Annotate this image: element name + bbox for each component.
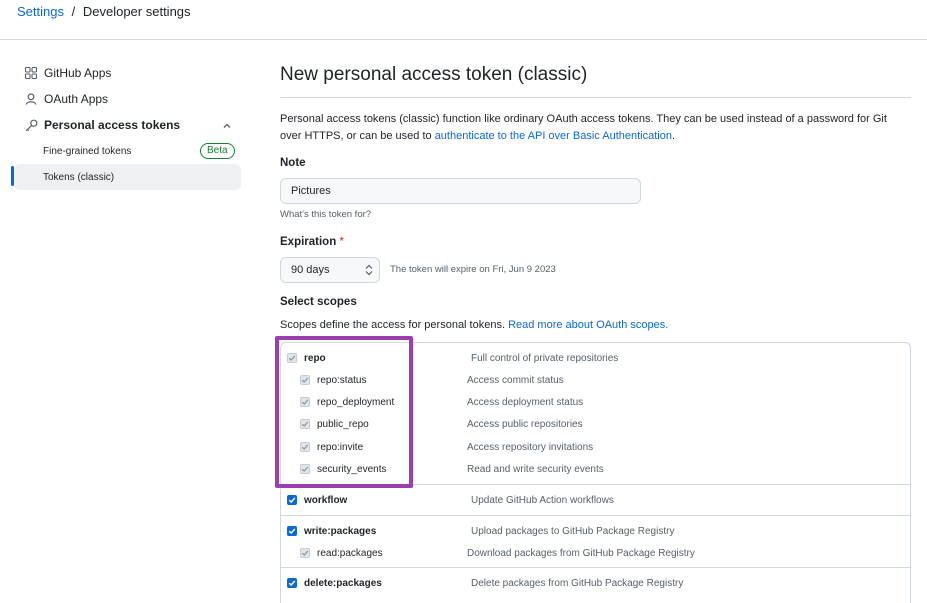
breadcrumb-separator: / xyxy=(71,4,76,19)
beta-badge: Beta xyxy=(200,143,235,159)
required-mark: * xyxy=(339,236,344,248)
chevron-up-icon[interactable] xyxy=(221,120,233,132)
scope-row-delete-packages: delete:packages xyxy=(287,575,382,591)
sidebar-item-tokens-classic[interactable]: Tokens (classic) xyxy=(14,164,241,190)
top-bar: Settings / Developer settings xyxy=(0,0,927,40)
sidebar-item-label: GitHub Apps xyxy=(44,66,112,80)
scope-description: Delete packages from GitHub Package Regi… xyxy=(471,578,684,589)
write-packages-checkbox[interactable] xyxy=(287,526,297,536)
expiration-note: The token will expire on Fri, Jun 9 2023 xyxy=(390,264,556,275)
expiration-label: Expiration * xyxy=(280,236,344,248)
scopes-label: Select scopes xyxy=(280,296,357,308)
expiration-value: 90 days xyxy=(291,264,330,276)
breadcrumb-settings-link[interactable]: Settings xyxy=(17,4,64,19)
key-icon xyxy=(24,118,38,132)
basic-auth-link[interactable]: authenticate to the API over Basic Authe… xyxy=(435,130,672,142)
expiration-select[interactable]: 90 days xyxy=(280,257,380,283)
note-input[interactable] xyxy=(280,178,641,204)
oauth-scopes-link[interactable]: Read more about OAuth scopes. xyxy=(508,319,668,331)
scope-description: Access repository invitations xyxy=(467,442,594,453)
sidebar-item-label: Tokens (classic) xyxy=(43,171,115,183)
scope-name: read:packages xyxy=(317,547,383,559)
apps-grid-icon xyxy=(24,66,38,80)
scope-row-write-packages: write:packages xyxy=(287,523,376,539)
group-divider xyxy=(280,567,911,568)
group-divider xyxy=(280,515,911,516)
scopes-desc-text: Scopes define the access for personal to… xyxy=(280,319,509,331)
scope-description: Upload packages to GitHub Package Regist… xyxy=(471,526,675,537)
scope-name: delete:packages xyxy=(304,577,382,589)
scopes-description: Scopes define the access for personal to… xyxy=(280,319,668,331)
note-hint: What's this token for? xyxy=(280,209,372,220)
sidebar-item-label: Personal access tokens xyxy=(44,118,181,132)
expiration-label-text: Expiration xyxy=(280,236,337,248)
sidebar-item-label: Fine-grained tokens xyxy=(43,145,132,157)
sidebar-item-label: OAuth Apps xyxy=(44,92,109,106)
scope-description: Access deployment status xyxy=(467,397,584,408)
sidebar-item-github-apps[interactable]: GitHub Apps xyxy=(24,63,111,83)
scope-row-workflow: workflow xyxy=(287,492,347,508)
scope-description: Update GitHub Action workflows xyxy=(471,495,614,506)
highlight-box xyxy=(275,336,413,488)
delete-packages-checkbox[interactable] xyxy=(287,578,297,588)
intro-text: Personal access tokens (classic) functio… xyxy=(280,111,905,145)
page-title: New personal access token (classic) xyxy=(280,64,588,85)
scope-description: Read and write security events xyxy=(467,464,604,475)
intro-end: . xyxy=(671,130,676,142)
sidebar-item-personal-access-tokens[interactable]: Personal access tokens xyxy=(24,115,180,135)
read-packages-checkbox[interactable] xyxy=(300,548,310,558)
scope-description: Access public repositories xyxy=(467,419,583,430)
sidebar-item-oauth-apps[interactable]: OAuth Apps xyxy=(24,89,108,109)
scope-description: Full control of private repositories xyxy=(471,353,619,364)
breadcrumb-current: Developer settings xyxy=(82,4,191,19)
active-indicator xyxy=(11,166,14,186)
select-arrows-icon xyxy=(365,264,373,276)
title-divider xyxy=(280,97,911,98)
scope-name: workflow xyxy=(304,494,348,506)
scope-description: Download packages from GitHub Package Re… xyxy=(467,548,695,559)
workflow-checkbox[interactable] xyxy=(287,495,297,505)
scope-description: Access commit status xyxy=(467,375,564,386)
scope-name: write:packages xyxy=(304,525,377,537)
breadcrumb: Settings / Developer settings xyxy=(17,4,191,19)
scope-row-read-packages: read:packages xyxy=(300,545,383,561)
person-icon xyxy=(24,92,38,106)
note-label: Note xyxy=(280,157,306,169)
